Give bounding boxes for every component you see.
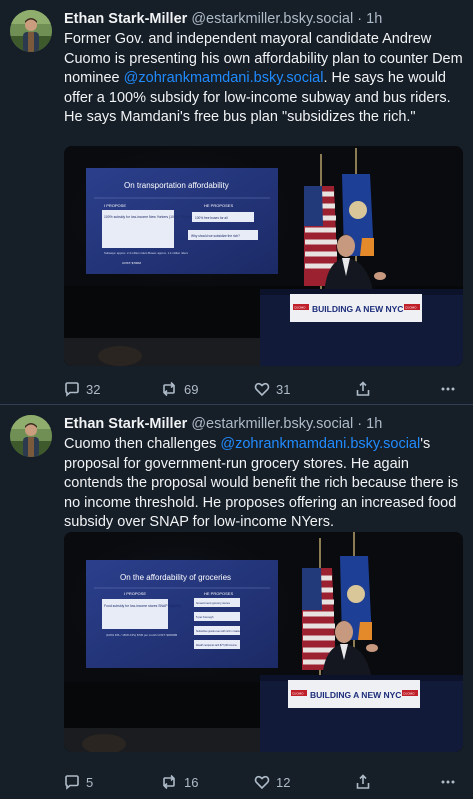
like-button[interactable]: 31 — [254, 379, 290, 399]
feed: Ethan Stark-Miller @estarkmiller.bsky.so… — [0, 0, 473, 799]
podium-logo-right: CUOMO — [403, 692, 415, 696]
podium-logo-left: CUOMO — [294, 306, 306, 310]
post-header: Ethan Stark-Miller @estarkmiller.bsky.so… — [64, 415, 463, 433]
slide-title: On transportation affordability — [124, 181, 229, 190]
slide-right-box3: Subsidizes goods even with rich in marke… — [196, 630, 243, 633]
slide-left-note: (100% FPL / 150% FPL) $700 per month COS… — [106, 633, 178, 637]
post-text: Former Gov. and independent mayoral cand… — [64, 30, 464, 128]
repost-count: 69 — [184, 381, 199, 397]
reply-count: 5 — [86, 774, 94, 790]
podium-logo-right: CUOMO — [405, 306, 417, 310]
podium-logo-left: CUOMO — [292, 692, 304, 696]
reply-button[interactable]: 32 — [64, 379, 100, 399]
repost-count: 16 — [184, 774, 199, 790]
more-icon — [441, 780, 455, 784]
separator: · — [357, 11, 363, 27]
like-count: 12 — [276, 774, 291, 790]
like-count: 31 — [276, 381, 291, 397]
post-image[interactable]: On the affordability of groceries I PROP… — [64, 532, 463, 752]
author-name[interactable]: Ethan Stark-Miller — [64, 11, 187, 27]
separator: · — [357, 416, 363, 432]
heart-icon — [254, 775, 270, 790]
more-icon — [441, 387, 455, 391]
more-options-button[interactable] — [440, 772, 456, 792]
post[interactable]: Ethan Stark-Miller @estarkmiller.bsky.so… — [0, 0, 473, 405]
more-options-button[interactable] — [440, 379, 456, 399]
reply-icon — [65, 775, 79, 790]
repost-icon — [163, 381, 175, 397]
post-actions: 5 16 12 — [64, 772, 464, 792]
post-image[interactable]: On transportation affordability I PROPOS… — [64, 146, 463, 366]
post[interactable]: Ethan Stark-Miller @estarkmiller.bsky.so… — [0, 405, 473, 799]
timestamp[interactable]: 1h — [366, 416, 382, 432]
slide-right-header: HE PROPOSES — [204, 591, 233, 596]
repost-button[interactable]: 16 — [160, 772, 198, 792]
slide-right-box2: Why should we subsidize the rich? — [191, 234, 240, 238]
avatar[interactable] — [10, 415, 52, 457]
slide-title: On the affordability of groceries — [120, 573, 231, 582]
repost-icon — [163, 774, 175, 790]
heart-icon — [254, 382, 270, 397]
slide-right-header: HE PROPOSES — [204, 203, 233, 208]
avatar[interactable] — [10, 10, 52, 52]
podium-sign: BUILDING A NEW NYC — [312, 304, 403, 314]
share-button[interactable] — [355, 379, 371, 399]
post-text-start: Cuomo then challenges — [64, 436, 221, 452]
slide-left-box: Food subsidy for low-income stores SNAP … — [104, 604, 182, 608]
share-icon — [356, 381, 370, 396]
slide-left-note: Subways: approx. 2.4 million riders Buse… — [104, 251, 189, 255]
author-handle[interactable]: @estarkmiller.bsky.social — [191, 11, 353, 27]
post-text: Cuomo then challenges @zohrankmamdani.bs… — [64, 435, 464, 533]
share-button[interactable] — [355, 772, 371, 792]
post-actions: 32 69 31 — [64, 379, 464, 399]
slide-right-box1: Government grocery stores — [196, 601, 230, 605]
slide-left-header: I PROPOSE — [104, 203, 126, 208]
timestamp[interactable]: 1h — [366, 11, 382, 27]
slide-right-box1: 100% free buses for all — [195, 216, 228, 220]
slide-right-box4: Wealth recipients with $77,000 income — [196, 644, 238, 647]
post-header: Ethan Stark-Miller @estarkmiller.bsky.so… — [64, 10, 463, 28]
like-button[interactable]: 12 — [254, 772, 290, 792]
share-icon — [356, 774, 370, 789]
slide-right-box2: 5 per borough — [196, 615, 214, 619]
reply-count: 32 — [86, 381, 101, 397]
mention-link[interactable]: @zohrankmamdani.bsky.social — [220, 436, 420, 452]
slide-left-cost: COST: $700M — [122, 261, 141, 265]
podium-sign: BUILDING A NEW NYC — [310, 690, 401, 700]
reply-icon — [65, 382, 79, 397]
author-handle[interactable]: @estarkmiller.bsky.social — [191, 416, 353, 432]
mention-link[interactable]: @zohrankmamdani.bsky.social — [124, 70, 324, 86]
repost-button[interactable]: 69 — [160, 379, 198, 399]
author-name[interactable]: Ethan Stark-Miller — [64, 416, 187, 432]
slide-left-header: I PROPOSE — [124, 591, 146, 596]
reply-button[interactable]: 5 — [64, 772, 93, 792]
